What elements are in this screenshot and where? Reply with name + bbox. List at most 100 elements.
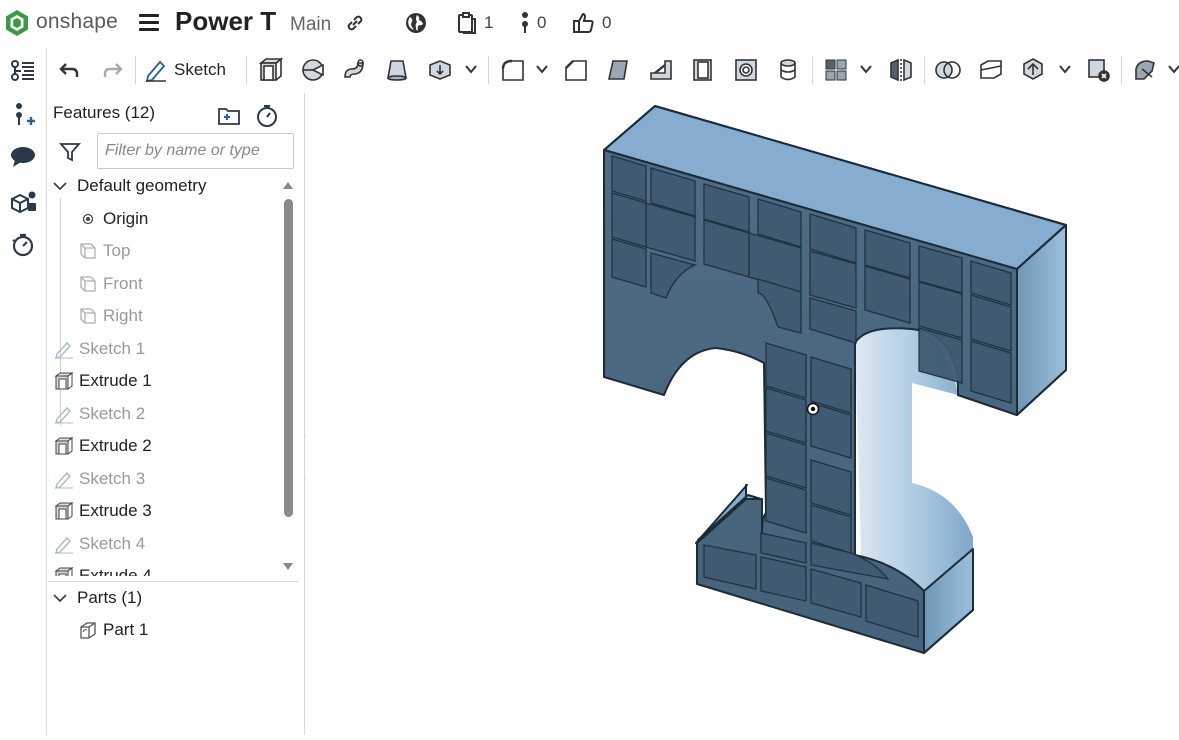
add-folder-icon[interactable] bbox=[216, 103, 242, 129]
versions-count: 1 bbox=[484, 13, 494, 32]
sweep-icon[interactable] bbox=[340, 55, 370, 85]
extrude-icon bbox=[53, 565, 75, 576]
branches-icon[interactable]: 0 bbox=[519, 11, 546, 35]
likes-count: 0 bbox=[602, 13, 612, 32]
origin-marker[interactable] bbox=[806, 402, 820, 416]
feature-sketch-1[interactable]: Sketch 1 bbox=[53, 334, 283, 364]
plane-icon bbox=[77, 273, 99, 295]
feature-top-plane[interactable]: Top bbox=[77, 236, 283, 266]
feature-extrude-3[interactable]: Extrude 3 bbox=[53, 496, 283, 526]
link-icon[interactable] bbox=[344, 11, 366, 35]
filter-input[interactable] bbox=[97, 133, 294, 169]
chamfer-icon[interactable] bbox=[561, 55, 591, 85]
feature-sketch-3[interactable]: Sketch 3 bbox=[53, 464, 283, 494]
plane-icon bbox=[77, 240, 99, 262]
pattern-icon[interactable] bbox=[821, 55, 851, 85]
branches-count: 0 bbox=[537, 13, 547, 32]
modify-fillet-icon[interactable] bbox=[1130, 55, 1160, 85]
extrude-icon bbox=[53, 370, 75, 392]
mirror-icon[interactable] bbox=[886, 55, 916, 85]
feature-label: Sketch 1 bbox=[79, 339, 146, 358]
globe-icon[interactable] bbox=[404, 11, 428, 35]
cylinder-icon[interactable] bbox=[773, 55, 803, 85]
default-geometry-group[interactable]: Default geometry bbox=[51, 171, 283, 201]
shell-icon[interactable] bbox=[688, 55, 718, 85]
feature-label: Top bbox=[103, 241, 131, 260]
pencil-icon bbox=[145, 60, 166, 82]
scroll-up-icon[interactable] bbox=[282, 179, 294, 191]
undo-icon[interactable] bbox=[54, 55, 84, 85]
feature-label: Sketch 4 bbox=[79, 534, 146, 553]
feature-sketch-4[interactable]: Sketch 4 bbox=[53, 529, 283, 559]
fillet-icon[interactable] bbox=[498, 55, 528, 85]
features-title: Features (12) bbox=[53, 103, 156, 122]
transform-icon[interactable] bbox=[1018, 55, 1048, 85]
top-bar: onshape Power T Main 1 0 0 bbox=[0, 0, 1179, 46]
split-icon[interactable] bbox=[976, 55, 1006, 85]
chevron-down-icon[interactable] bbox=[51, 589, 69, 607]
feature-front-plane[interactable]: Front bbox=[77, 269, 283, 299]
sketch-icon bbox=[53, 533, 75, 555]
toolbar-separator bbox=[135, 56, 136, 84]
workspace-name[interactable]: Main bbox=[290, 14, 331, 36]
draft-icon[interactable] bbox=[603, 55, 633, 85]
document-title[interactable]: Power T bbox=[175, 6, 276, 37]
delete-part-icon[interactable] bbox=[1084, 55, 1114, 85]
feature-label: Right bbox=[103, 306, 143, 325]
feature-label: Origin bbox=[103, 209, 149, 228]
sketch-label: Sketch bbox=[174, 60, 226, 79]
sketch-icon bbox=[53, 403, 75, 425]
boolean-icon[interactable] bbox=[933, 55, 963, 85]
feature-list-icon[interactable] bbox=[8, 56, 38, 86]
brand-name[interactable]: onshape bbox=[36, 10, 118, 34]
part-item[interactable]: Part 1 bbox=[77, 615, 312, 645]
insert-variable-icon[interactable] bbox=[8, 100, 38, 130]
feature-extrude-1[interactable]: Extrude 1 bbox=[53, 366, 283, 396]
history-icon[interactable] bbox=[8, 230, 38, 260]
chevron-down-icon[interactable] bbox=[51, 177, 69, 195]
feature-label: Extrude 3 bbox=[79, 501, 152, 520]
feature-origin[interactable]: Origin bbox=[77, 204, 283, 234]
chevron-down-icon[interactable] bbox=[859, 62, 873, 76]
panel-divider bbox=[48, 581, 298, 582]
feature-extrude-2[interactable]: Extrude 2 bbox=[53, 431, 283, 461]
extrude-icon bbox=[53, 500, 75, 522]
feature-toolbar: Sketch bbox=[48, 48, 1179, 92]
feature-sketch-2[interactable]: Sketch 2 bbox=[53, 399, 283, 429]
parts-group[interactable]: Parts (1) bbox=[51, 583, 286, 613]
versions-icon[interactable]: 1 bbox=[456, 11, 493, 35]
toolbar-separator bbox=[924, 56, 925, 84]
loft-icon[interactable] bbox=[382, 55, 412, 85]
extrude-icon[interactable] bbox=[256, 55, 286, 85]
feature-list-scrollbar[interactable] bbox=[284, 199, 293, 517]
part-label: Part 1 bbox=[103, 620, 149, 639]
sketch-button[interactable]: Sketch bbox=[144, 55, 226, 85]
rib-icon[interactable] bbox=[646, 55, 676, 85]
scroll-down-icon[interactable] bbox=[282, 561, 294, 573]
redo-icon[interactable] bbox=[98, 55, 128, 85]
rollback-timer-icon[interactable] bbox=[254, 103, 280, 129]
onshape-logo-icon[interactable] bbox=[4, 9, 30, 37]
feature-label: Sketch 3 bbox=[79, 469, 146, 488]
chevron-down-icon[interactable] bbox=[1058, 62, 1072, 76]
parts-header: Parts (1) bbox=[77, 588, 143, 607]
part-icon bbox=[77, 619, 99, 641]
toolbar-separator bbox=[488, 56, 489, 84]
hole-icon[interactable] bbox=[731, 55, 761, 85]
like-icon[interactable]: 0 bbox=[572, 11, 611, 35]
part-3d-model[interactable] bbox=[306, 93, 1179, 735]
chevron-down-icon[interactable] bbox=[464, 62, 478, 76]
left-rail bbox=[0, 48, 47, 735]
sketch-icon bbox=[53, 338, 75, 360]
thicken-icon[interactable] bbox=[425, 55, 455, 85]
comments-icon[interactable] bbox=[8, 142, 38, 172]
feature-extrude-4[interactable]: Extrude 4 bbox=[53, 561, 283, 576]
filter-icon[interactable] bbox=[59, 141, 81, 163]
app-store-icon[interactable] bbox=[8, 188, 38, 218]
graphics-viewport[interactable] bbox=[306, 93, 1179, 735]
revolve-icon[interactable] bbox=[298, 55, 328, 85]
chevron-down-icon[interactable] bbox=[535, 62, 549, 76]
feature-right-plane[interactable]: Right bbox=[77, 301, 283, 331]
chevron-down-icon[interactable] bbox=[1167, 62, 1179, 76]
menu-icon[interactable] bbox=[139, 14, 159, 32]
